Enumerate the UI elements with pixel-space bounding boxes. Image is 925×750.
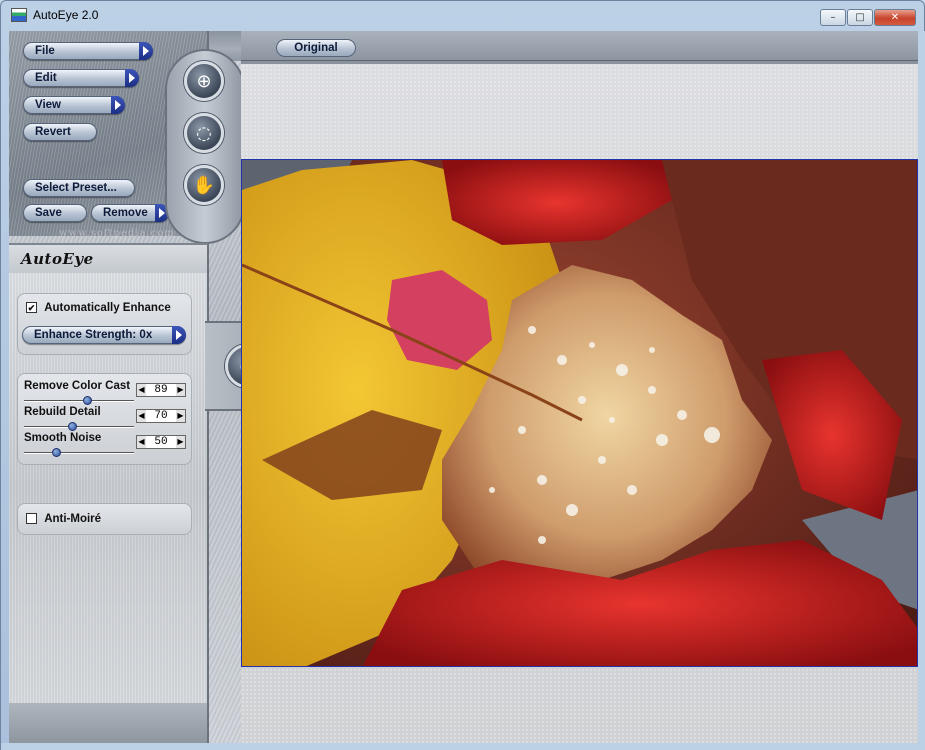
close-button[interactable]: ✕ bbox=[874, 9, 916, 26]
window-title: AutoEye 2.0 bbox=[33, 8, 99, 22]
title-bar[interactable]: AutoEye 2.0 – □ ✕ bbox=[1, 1, 924, 29]
slider-thumb[interactable] bbox=[52, 448, 61, 457]
navigator-ring-icon[interactable]: ◌ bbox=[184, 113, 224, 153]
anti-moire-checkbox[interactable]: Anti-Moiré bbox=[26, 513, 101, 525]
leaves-photo bbox=[242, 160, 917, 666]
save-button[interactable]: Save bbox=[23, 204, 87, 222]
decrement-icon[interactable]: ◀ bbox=[137, 410, 146, 422]
check-icon: ✔ bbox=[26, 302, 37, 314]
auto-enhance-checkbox[interactable]: ✔ Automatically Enhance bbox=[26, 302, 171, 314]
revert-button[interactable]: Revert bbox=[23, 123, 97, 141]
remove-label: Remove bbox=[103, 207, 148, 219]
window-bottom-border bbox=[1, 743, 925, 750]
slider-label: Smooth Noise bbox=[24, 432, 102, 444]
window-controls: – □ ✕ bbox=[820, 9, 916, 26]
app-icon bbox=[11, 8, 27, 22]
slider-thumb[interactable] bbox=[83, 396, 92, 405]
original-toggle-button[interactable]: Original bbox=[276, 39, 356, 57]
hand-pan-icon[interactable]: ✋ bbox=[184, 165, 224, 205]
autoeye-header: AutoEye bbox=[9, 243, 209, 273]
app-window: AutoEye 2.0 – □ ✕ File Edit View Revert … bbox=[0, 0, 925, 750]
enhance-group: ✔ Automatically Enhance Enhance Strength… bbox=[17, 293, 192, 355]
spin-value[interactable]: 70 bbox=[146, 410, 176, 422]
edit-menu-button[interactable]: Edit bbox=[23, 69, 139, 87]
increment-icon[interactable]: ▶ bbox=[176, 410, 185, 422]
slider-track[interactable] bbox=[24, 400, 134, 402]
auto-enhance-label: Automatically Enhance bbox=[44, 302, 171, 314]
adjustments-group: Remove Color Cast ◀ 89 ▶ Rebuild Detail … bbox=[17, 373, 192, 465]
view-menu-label: View bbox=[35, 99, 61, 111]
chevron-right-icon bbox=[139, 42, 153, 60]
chevron-right-icon bbox=[125, 69, 139, 87]
slider-thumb[interactable] bbox=[68, 422, 77, 431]
anti-moire-label: Anti-Moiré bbox=[44, 513, 102, 525]
slider-rebuild-detail: Rebuild Detail ◀ 70 ▶ bbox=[18, 406, 193, 432]
spin-box[interactable]: ◀ 70 ▶ bbox=[136, 409, 186, 423]
autoeye-title: AutoEye bbox=[21, 250, 94, 268]
checkbox-empty-icon bbox=[26, 513, 37, 525]
decrement-icon[interactable]: ◀ bbox=[137, 436, 146, 448]
edit-menu-label: Edit bbox=[35, 72, 57, 84]
minimize-button[interactable]: – bbox=[820, 9, 846, 26]
enhance-strength-label: Enhance Strength: 0x bbox=[34, 329, 153, 341]
bottom-frame bbox=[9, 703, 209, 743]
slider-label: Remove Color Cast bbox=[24, 380, 131, 392]
view-menu-button[interactable]: View bbox=[23, 96, 125, 114]
anti-moire-group: Anti-Moiré bbox=[17, 503, 192, 535]
select-preset-label: Select Preset... bbox=[35, 182, 117, 194]
window-right-border bbox=[918, 31, 925, 750]
increment-icon[interactable]: ▶ bbox=[176, 436, 185, 448]
save-label: Save bbox=[35, 207, 62, 219]
spin-value[interactable]: 89 bbox=[146, 384, 176, 396]
slider-remove-color-cast: Remove Color Cast ◀ 89 ▶ bbox=[18, 380, 193, 406]
slider-track[interactable] bbox=[24, 426, 134, 428]
spin-box[interactable]: ◀ 50 ▶ bbox=[136, 435, 186, 449]
enhance-strength-button[interactable]: Enhance Strength: 0x bbox=[22, 326, 186, 344]
watermark-text: www.softpedia.com bbox=[59, 228, 175, 239]
photo-canvas[interactable] bbox=[241, 159, 918, 667]
chevron-right-icon bbox=[111, 96, 125, 114]
chevron-right-icon bbox=[172, 326, 186, 344]
remove-button[interactable]: Remove bbox=[91, 204, 169, 222]
autoeye-panel: ✔ Automatically Enhance Enhance Strength… bbox=[9, 273, 209, 703]
spin-value[interactable]: 50 bbox=[146, 436, 176, 448]
file-menu-button[interactable]: File bbox=[23, 42, 153, 60]
spin-box[interactable]: ◀ 89 ▶ bbox=[136, 383, 186, 397]
slider-smooth-noise: Smooth Noise ◀ 50 ▶ bbox=[18, 432, 193, 458]
select-preset-button[interactable]: Select Preset... bbox=[23, 179, 135, 197]
maximize-button[interactable]: □ bbox=[847, 9, 873, 26]
increment-icon[interactable]: ▶ bbox=[176, 384, 185, 396]
tool-column: ⊕ ◌ ✋ bbox=[165, 49, 245, 244]
slider-label: Rebuild Detail bbox=[24, 406, 101, 418]
revert-label: Revert bbox=[35, 126, 71, 138]
slider-track[interactable] bbox=[24, 452, 134, 454]
file-menu-label: File bbox=[35, 45, 55, 57]
zoom-in-icon[interactable]: ⊕ bbox=[184, 61, 224, 101]
decrement-icon[interactable]: ◀ bbox=[137, 384, 146, 396]
